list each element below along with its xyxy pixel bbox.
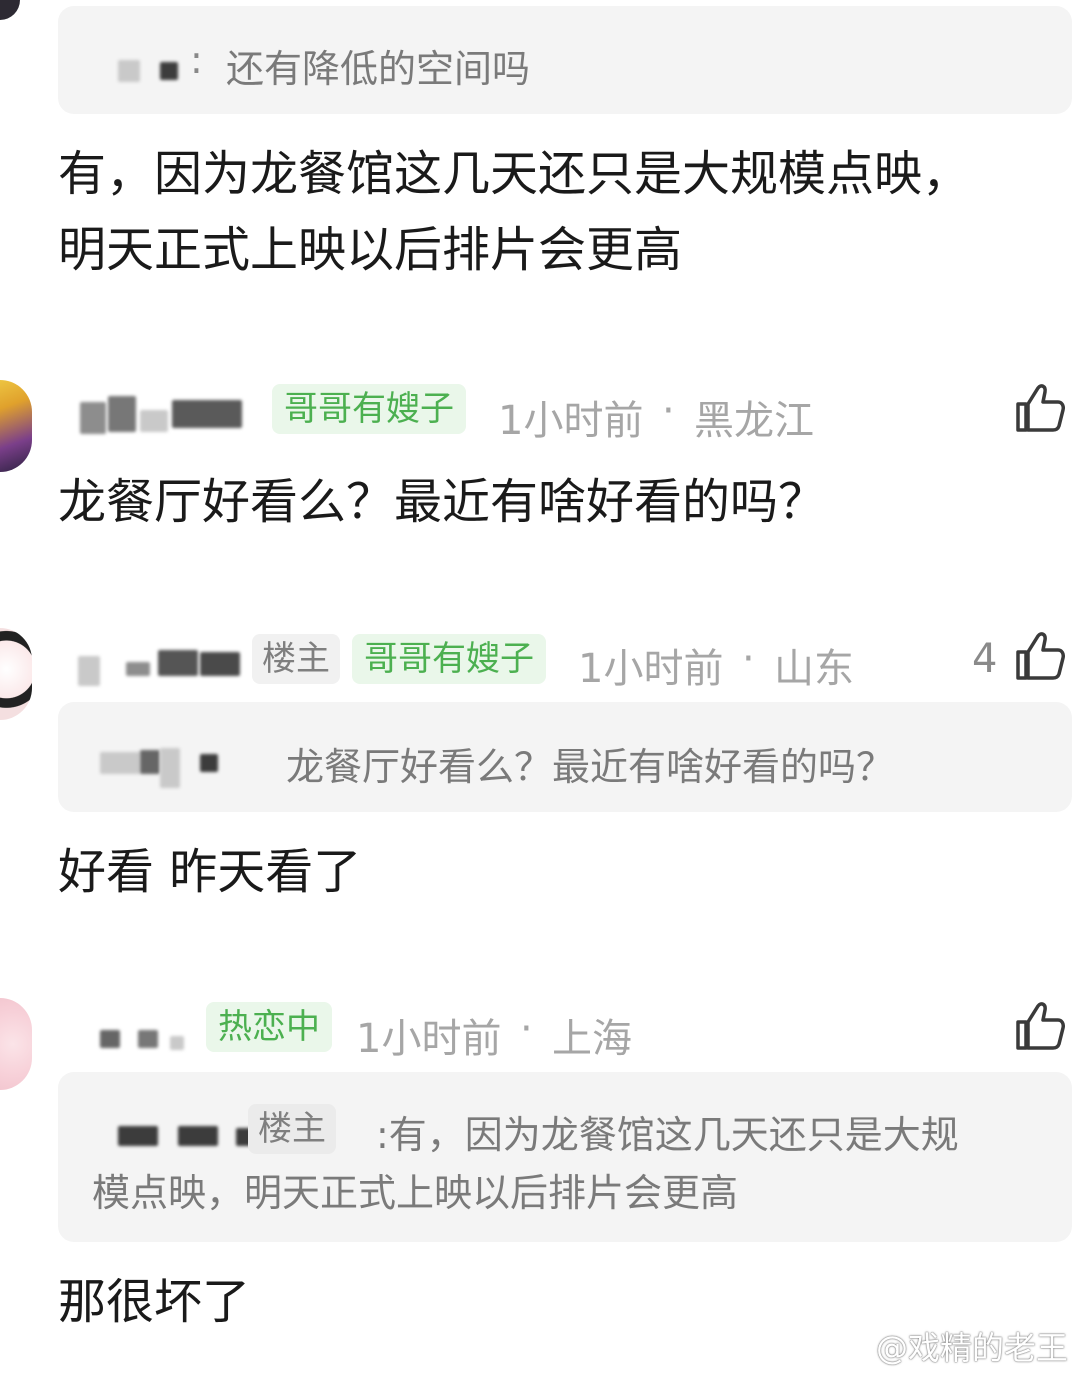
quoted-text: 还有降低的空间吗 bbox=[226, 47, 531, 91]
quoted-text-line-2: 模点映，明天正式上映以后排片会更高 bbox=[92, 1171, 739, 1215]
quoted-text-line-1: :有，因为龙餐馆这几天还只是大规 bbox=[376, 1113, 959, 1157]
meta-separator: · bbox=[662, 388, 675, 434]
user-badge[interactable]: 哥哥有嫂子 bbox=[352, 634, 546, 684]
blurred-username[interactable] bbox=[138, 1030, 158, 1048]
meta-separator: · bbox=[742, 636, 755, 682]
quoted-comment: 龙餐厅好看么？最近有啥好看的吗？ bbox=[58, 702, 1072, 812]
quoted-text: 龙餐厅好看么？最近有啥好看的吗？ bbox=[286, 745, 895, 789]
user-badge[interactable]: 哥哥有嫂子 bbox=[272, 384, 466, 434]
user-badge[interactable]: 热恋中 bbox=[206, 1002, 332, 1052]
thumbs-up-icon[interactable] bbox=[1012, 998, 1068, 1054]
watermark-text: @戏精的老王 bbox=[875, 1329, 1068, 1367]
blurred-username[interactable] bbox=[140, 410, 168, 432]
thumbs-up-icon[interactable] bbox=[1012, 628, 1068, 684]
op-tag: 楼主 bbox=[252, 634, 340, 684]
meta-separator: · bbox=[520, 1006, 533, 1052]
blurred-username[interactable] bbox=[126, 662, 150, 676]
blurred-username[interactable] bbox=[158, 650, 198, 676]
avatar[interactable] bbox=[0, 628, 32, 720]
avatar-top[interactable] bbox=[0, 0, 20, 20]
op-tag: 楼主 bbox=[248, 1104, 336, 1154]
comment-time: 1小时前 bbox=[498, 398, 644, 444]
comment-time: 1小时前 bbox=[578, 646, 724, 692]
like-count: 4 bbox=[972, 636, 998, 682]
comment-text: 那很坏了 bbox=[58, 1274, 251, 1330]
reply-text-line-1: 有，因为龙餐馆这几天还只是大规模点映， bbox=[58, 146, 971, 202]
blurred-username bbox=[118, 60, 140, 82]
avatar[interactable] bbox=[0, 380, 32, 472]
blurred-username[interactable] bbox=[100, 1030, 120, 1048]
quoted-comment: 楼主 :有，因为龙餐馆这几天还只是大规 模点映，明天正式上映以后排片会更高 bbox=[58, 1072, 1072, 1242]
comment-location: 山东 bbox=[774, 646, 854, 692]
blurred-username bbox=[118, 1126, 158, 1146]
quote-colon: : bbox=[190, 38, 203, 82]
blurred-username bbox=[200, 754, 218, 772]
comment-location: 黑龙江 bbox=[694, 398, 814, 444]
blurred-username[interactable] bbox=[108, 396, 136, 432]
quoted-reply: : 还有降低的空间吗 bbox=[58, 6, 1072, 114]
blurred-username[interactable] bbox=[170, 1036, 184, 1050]
watermark: @戏精的老王 bbox=[828, 1323, 1068, 1369]
blurred-username bbox=[100, 752, 140, 774]
weibo-logo-icon bbox=[829, 1335, 864, 1363]
blurred-username bbox=[178, 1126, 218, 1146]
comment-time: 1小时前 bbox=[356, 1016, 502, 1062]
reply-text-line-2: 明天正式上映以后排片会更高 bbox=[58, 222, 683, 278]
blurred-username[interactable] bbox=[172, 400, 242, 428]
thumbs-up-icon[interactable] bbox=[1012, 380, 1068, 436]
blurred-username[interactable] bbox=[78, 656, 100, 686]
blurred-username bbox=[140, 750, 160, 774]
blurred-username[interactable] bbox=[80, 402, 106, 434]
avatar[interactable] bbox=[0, 998, 32, 1090]
comment-text: 好看 昨天看了 bbox=[58, 844, 362, 900]
blurred-username bbox=[160, 748, 180, 788]
comment-text: 龙餐厅好看么？最近有啥好看的吗？ bbox=[58, 474, 827, 530]
blurred-username[interactable] bbox=[200, 652, 240, 676]
comment-location: 上海 bbox=[552, 1016, 632, 1062]
blurred-username bbox=[160, 62, 178, 80]
